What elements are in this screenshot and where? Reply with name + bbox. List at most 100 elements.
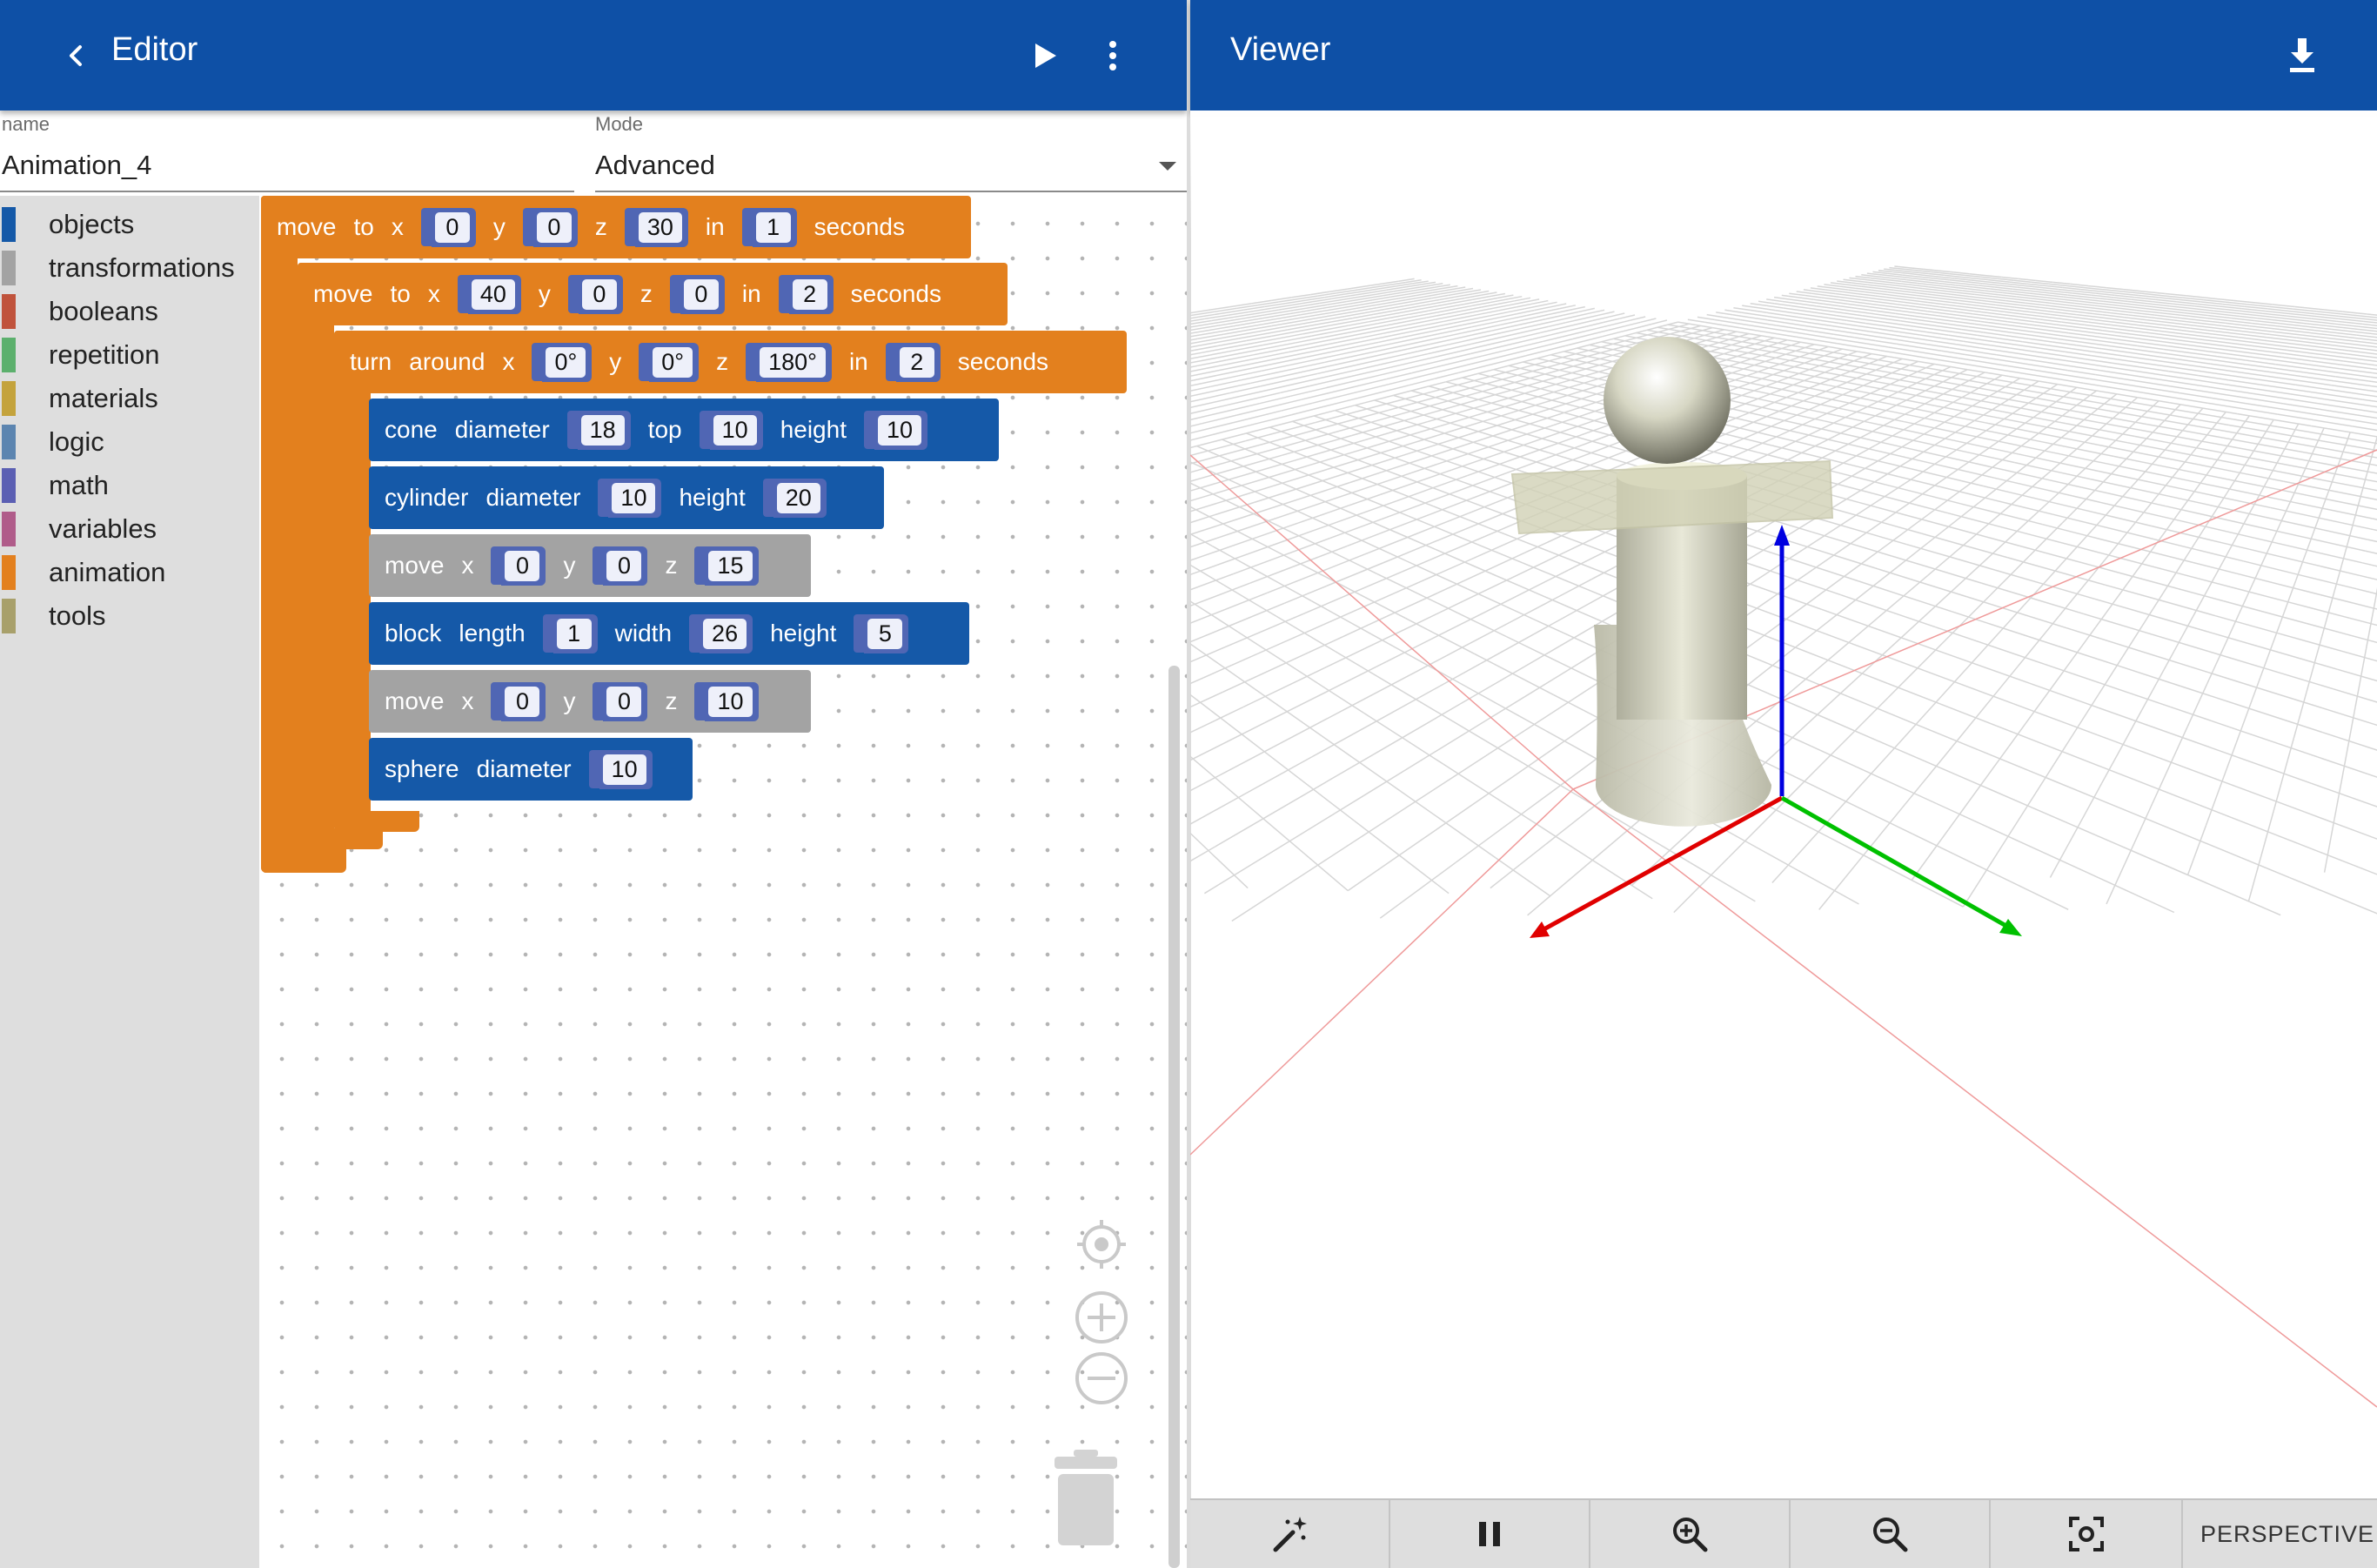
number-input[interactable]: 0	[536, 211, 572, 243]
number-input[interactable]: 10	[877, 414, 922, 446]
number-value-block[interactable]: 10	[694, 681, 759, 721]
number-input[interactable]: 2	[899, 346, 934, 378]
number-value-block[interactable]: 1	[741, 207, 797, 247]
number-input[interactable]: 10	[612, 482, 656, 513]
move-to-block[interactable]: move to x 40 y 0 z 0 in 2 seconds	[298, 263, 1008, 325]
number-input[interactable]: 40	[471, 278, 515, 310]
number-value-block[interactable]: 1	[542, 613, 598, 653]
number-input[interactable]: 0	[505, 686, 540, 717]
number-value-block[interactable]: 15	[694, 546, 759, 586]
angle-input[interactable]: 0°	[653, 346, 693, 378]
grid-line	[2007, 365, 2034, 372]
number-value-block[interactable]: 0	[491, 681, 546, 721]
toolbox-category-logic[interactable]: logic	[0, 421, 259, 461]
angle-value-block[interactable]: 0°	[639, 342, 700, 382]
angle-input[interactable]: 180°	[760, 346, 826, 378]
grid-line	[1825, 336, 1846, 341]
mode-select[interactable]: Advanced	[595, 150, 715, 181]
number-input[interactable]: 26	[703, 618, 747, 649]
number-input[interactable]: 0	[505, 550, 540, 581]
number-value-block[interactable]: 0	[491, 546, 546, 586]
toolbox-category-math[interactable]: math	[0, 465, 259, 505]
number-value-block[interactable]: 10	[863, 410, 928, 450]
number-input[interactable]: 0	[683, 278, 719, 310]
number-value-block[interactable]: 18	[566, 410, 631, 450]
grid-line	[1576, 588, 1617, 612]
grid-line	[1744, 419, 1771, 427]
cylinder-block[interactable]: cylinder diameter 10 height 20	[369, 466, 884, 529]
number-input[interactable]: 5	[867, 618, 903, 649]
grid-line	[1835, 721, 1895, 749]
cone-block[interactable]: cone diameter 18 top 10 height 10	[369, 399, 999, 461]
toolbox-category-materials[interactable]: materials	[0, 378, 259, 418]
caret-down-icon[interactable]	[1157, 160, 1178, 172]
number-input[interactable]: 0	[606, 686, 642, 717]
number-input[interactable]: 15	[708, 550, 753, 581]
toolbox-category-objects[interactable]: objects	[0, 204, 259, 244]
more-vertical-icon[interactable]	[1100, 37, 1126, 75]
play-icon[interactable]	[1027, 37, 1061, 75]
move-block[interactable]: move x 0 y 0 z 10	[369, 670, 811, 733]
number-value-block[interactable]: 40	[457, 274, 521, 314]
number-value-block[interactable]: 10	[598, 478, 662, 518]
minus-circle-icon[interactable]	[1074, 1350, 1129, 1406]
number-value-block[interactable]: 2	[885, 342, 941, 382]
number-input[interactable]: 1	[556, 618, 592, 649]
number-input[interactable]: 0	[581, 278, 617, 310]
workspace-scrollbar[interactable]	[1168, 666, 1180, 1568]
trash-icon[interactable]	[1051, 1448, 1121, 1547]
toolbox-category-booleans[interactable]: booleans	[0, 291, 259, 331]
plus-circle-icon[interactable]	[1074, 1290, 1129, 1345]
number-value-block[interactable]: 0	[593, 546, 648, 586]
toolbox-category-tools[interactable]: tools	[0, 595, 259, 635]
grid-line	[1985, 344, 2011, 349]
sphere-block[interactable]: sphere diameter 10	[369, 738, 693, 801]
grid-line	[1502, 336, 1523, 343]
number-input[interactable]: 10	[713, 414, 757, 446]
number-value-block[interactable]: 2	[778, 274, 834, 314]
mode-select-underline	[595, 191, 1187, 192]
toolbox-category-transformations[interactable]: transformations	[0, 247, 259, 287]
grid-line	[1534, 343, 1555, 350]
grid-line	[1898, 331, 1920, 336]
number-value-block[interactable]: 10	[699, 410, 763, 450]
toolbox-category-repetition[interactable]: repetition	[0, 334, 259, 374]
number-value-block[interactable]: 26	[689, 613, 753, 653]
number-value-block[interactable]: 5	[854, 613, 909, 653]
angle-value-block[interactable]: 180°	[746, 342, 832, 382]
grid-line	[2228, 424, 2267, 432]
number-input[interactable]: 0	[606, 550, 642, 581]
grid-line	[1773, 296, 1791, 300]
turn-around-block[interactable]: turn around x 0° y 0° z 180° in 2 second…	[334, 331, 1127, 393]
back-icon[interactable]	[61, 38, 92, 73]
number-input[interactable]: 1	[755, 211, 791, 243]
number-input[interactable]: 10	[602, 754, 646, 785]
number-input[interactable]: 2	[792, 278, 827, 310]
number-value-block[interactable]: 0	[669, 274, 725, 314]
3d-viewport[interactable]	[0, 111, 2377, 1503]
number-value-block[interactable]: 30	[624, 207, 688, 247]
target-icon[interactable]	[1074, 1216, 1129, 1272]
angle-value-block[interactable]: 0°	[532, 342, 593, 382]
grid-line	[2090, 481, 2104, 495]
number-value-block[interactable]: 20	[762, 478, 827, 518]
number-input[interactable]: 18	[580, 414, 625, 446]
angle-input[interactable]: 0°	[546, 346, 586, 378]
number-value-block[interactable]: 10	[588, 749, 653, 789]
name-field[interactable]: Animation_4	[2, 150, 151, 181]
number-input[interactable]: 10	[708, 686, 753, 717]
move-to-block[interactable]: move to x 0 y 0 z 30 in 1 seconds	[261, 196, 971, 258]
number-value-block[interactable]: 0	[522, 207, 578, 247]
number-input[interactable]: 0	[434, 211, 470, 243]
number-input[interactable]: 30	[638, 211, 682, 243]
number-input[interactable]: 20	[776, 482, 820, 513]
number-value-block[interactable]: 0	[593, 681, 648, 721]
block-block[interactable]: block length 1 width 26 height 5	[369, 602, 969, 665]
toolbox-category-animation[interactable]: animation	[0, 552, 259, 592]
toolbox-category-variables[interactable]: variables	[0, 508, 259, 548]
number-value-block[interactable]: 0	[567, 274, 623, 314]
number-value-block[interactable]: 0	[420, 207, 476, 247]
move-block[interactable]: move x 0 y 0 z 15	[369, 534, 811, 597]
download-icon[interactable]	[2283, 35, 2321, 77]
grid-line	[2232, 375, 2264, 381]
